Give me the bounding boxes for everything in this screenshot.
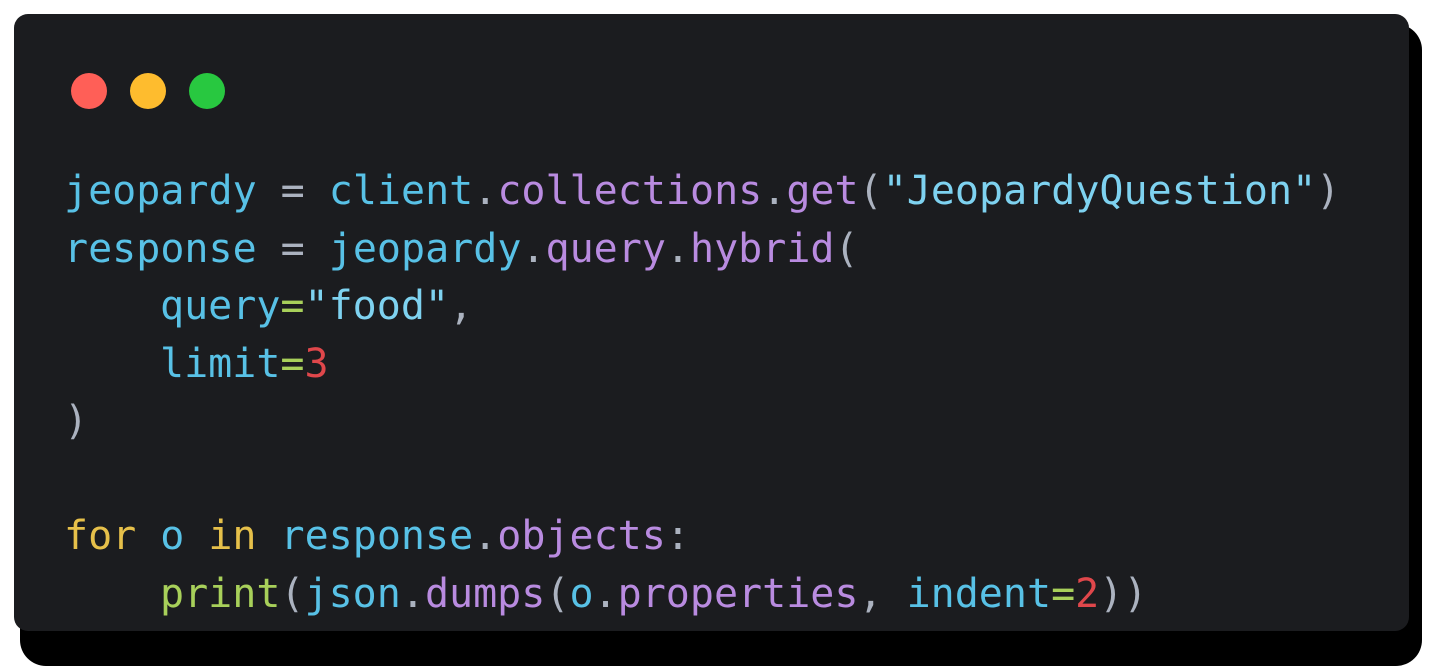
code-line-7: for o in response.objects: <box>64 508 1340 566</box>
code-line-6-blank <box>64 451 1340 509</box>
token-comma: , <box>449 283 474 329</box>
token-object: jeopardy <box>328 225 522 272</box>
token-string: "food" <box>304 283 450 329</box>
window-controls <box>71 73 225 109</box>
token-dot: . <box>473 168 498 214</box>
token-dot: . <box>521 225 546 272</box>
token-method: dumps <box>424 570 546 617</box>
token-number: 3 <box>304 340 329 387</box>
token-attribute: collections <box>497 168 763 214</box>
token-variable: response <box>64 225 257 272</box>
token-paren: ) <box>1316 168 1341 214</box>
token-paren: ( <box>858 168 883 214</box>
token-method: hybrid <box>690 225 835 272</box>
close-button[interactable] <box>71 73 107 109</box>
token-number: 2 <box>1075 570 1100 617</box>
token-variable: o <box>569 570 594 617</box>
token-equals: = <box>1051 570 1076 617</box>
token-attribute: query <box>545 225 666 272</box>
token-attribute: properties <box>617 570 859 617</box>
token-function: print <box>160 570 281 617</box>
token-paren: ( <box>834 225 859 272</box>
token-keyword-arg: indent <box>906 570 1052 617</box>
token-operator: = <box>280 225 305 272</box>
minimize-button[interactable] <box>130 73 166 109</box>
code-line-2: response = jeopardy.query.hybrid( <box>64 221 1340 279</box>
token-paren: ( <box>280 570 305 617</box>
token-dot: . <box>593 570 618 617</box>
token-keyword-arg: limit <box>160 340 281 387</box>
token-attribute: objects <box>497 513 666 559</box>
maximize-button[interactable] <box>189 73 225 109</box>
token-equals: = <box>280 340 305 387</box>
code-line-1: jeopardy = client.collections.get("Jeopard… <box>64 163 1340 221</box>
code-line-5: ) <box>64 393 1340 451</box>
token-colon: : <box>665 513 690 559</box>
token-operator: = <box>280 168 305 214</box>
token-dot: . <box>762 168 787 214</box>
token-paren: ) <box>64 398 89 444</box>
token-comma: , <box>858 570 883 617</box>
code-line-4: limit=3 <box>64 336 1340 394</box>
token-variable: jeopardy <box>64 168 257 214</box>
token-equals: = <box>280 283 305 329</box>
token-dot: . <box>400 570 425 617</box>
token-keyword-in: in <box>208 513 257 559</box>
token-variable: o <box>160 513 185 559</box>
token-paren: ( <box>545 570 570 617</box>
code-line-3: query="food", <box>64 278 1340 336</box>
token-object: json <box>304 570 401 617</box>
token-dot: . <box>473 513 498 559</box>
token-object: response <box>280 513 474 559</box>
token-keyword-arg: query <box>160 283 281 329</box>
code-block: jeopardy = client.collections.get("Jeopard… <box>64 163 1340 623</box>
token-dot: . <box>665 225 691 272</box>
token-keyword-for: for <box>64 513 137 559</box>
token-method: get <box>786 168 859 214</box>
code-line-8: print(json.dumps(o.properties, indent=2)) <box>64 566 1340 624</box>
token-paren: )) <box>1099 570 1148 617</box>
token-object: client <box>328 168 474 214</box>
token-string: "JeopardyQuestion" <box>882 168 1317 214</box>
